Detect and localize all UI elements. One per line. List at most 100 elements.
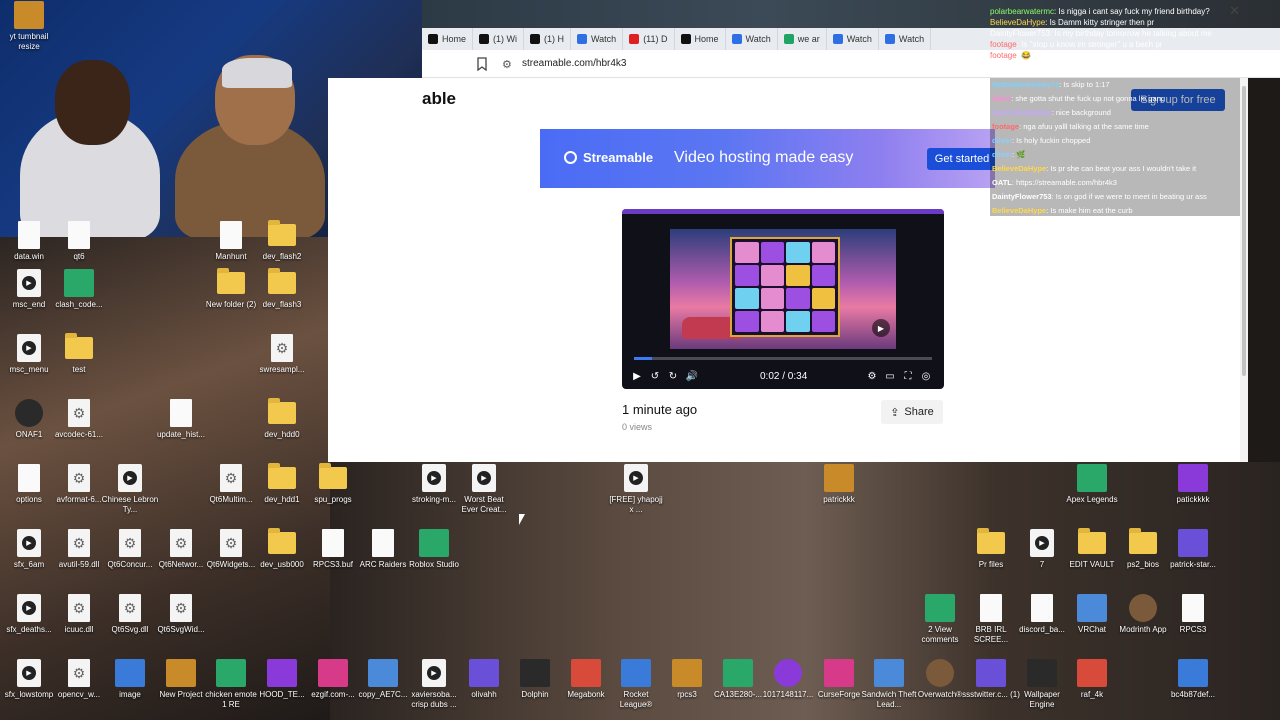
desktop-icon[interactable]: dev_flash3 [253, 268, 311, 310]
desktop-icon[interactable]: chicken emote 1 RE [202, 658, 260, 710]
desktop-icon[interactable]: EDIT VAULT [1063, 528, 1121, 570]
desktop-icon[interactable]: dev_usb000 [253, 528, 311, 570]
desktop-icon[interactable]: qt6 [50, 220, 108, 262]
browser-tab[interactable]: (11) D [623, 28, 675, 50]
desktop-icon[interactable]: ⚙ Qt6Multim... [202, 463, 260, 505]
settings-icon[interactable]: ⚙ [865, 369, 879, 383]
desktop-icon[interactable]: raf_4k [1063, 658, 1121, 700]
browser-tab[interactable]: Home [675, 28, 726, 50]
desktop-icon-graphic [1077, 658, 1107, 688]
get-started-button[interactable]: Get started [927, 148, 995, 170]
desktop-icon[interactable]: spu_progs [304, 463, 362, 505]
pip-icon[interactable]: ▭ [883, 369, 897, 383]
desktop-icon[interactable]: dev_hdd0 [253, 398, 311, 440]
desktop-icon[interactable]: patrickkk [810, 463, 868, 505]
video-player[interactable]: ▶ ▶ ↺ ↻ 🔊 0:02 / 0:34 ⚙ ▭ ⛶ ◎ [622, 209, 944, 389]
desktop-icon[interactable]: dev_hdd1 [253, 463, 311, 505]
browser-tab[interactable]: we ar [778, 28, 827, 50]
desktop-icon-graphic [64, 333, 94, 363]
desktop-icon[interactable]: rpcs3 [658, 658, 716, 700]
desktop-icon[interactable]: ▶ Chinese Lebron Ty... [101, 463, 159, 515]
volume-icon[interactable]: 🔊 [685, 369, 699, 383]
desktop-icon[interactable]: ⚙ avcodec-61... [50, 398, 108, 440]
desktop-icon-label: Qt6Concur... [107, 560, 153, 569]
page-scrollbar[interactable] [1240, 78, 1248, 462]
desktop-icon[interactable]: ⚙ avutil-59.dll [50, 528, 108, 570]
desktop-icon[interactable]: ⚙ Qt6SvgWid... [152, 593, 210, 635]
scrollbar-thumb[interactable] [1242, 86, 1246, 376]
desktop-icon-graphic [672, 658, 702, 688]
desktop-icon[interactable]: ⚙ Qt6Widgets... [202, 528, 260, 570]
video-progress-bar[interactable] [634, 357, 932, 360]
forward-icon[interactable]: ↻ [666, 369, 680, 383]
desktop-icon[interactable]: ▶ [FREE] yhapojj x ... [607, 463, 665, 515]
folder-icon [268, 220, 296, 246]
desktop-icon[interactable]: ⚙ Qt6Svg.dll [101, 593, 159, 635]
browser-tab[interactable]: (1) H [524, 28, 572, 50]
desktop-icon[interactable]: update_hist... [152, 398, 210, 440]
browser-tab[interactable]: Home [422, 28, 474, 50]
desktop-icon[interactable]: clash_code... [50, 268, 108, 310]
desktop-icon[interactable]: ⚙ avformat-6... [50, 463, 108, 505]
desktop-icon[interactable]: BRB IRL SCREE... [962, 593, 1020, 645]
browser-tab[interactable]: Watch [571, 28, 624, 50]
desktop-icon[interactable]: Sandwich Theft Lead... [860, 658, 918, 710]
desktop-icon-label: olivahh [471, 690, 497, 699]
browser-tab[interactable]: Watch [827, 28, 879, 50]
desktop-icon[interactable]: ⚙ swresampl... [253, 333, 311, 375]
desktop-icon[interactable]: copy_AE7C... [354, 658, 412, 700]
desktop-icon[interactable]: HOOD_TE... [253, 658, 311, 700]
fullscreen-icon[interactable]: ⛶ [901, 369, 915, 383]
rewind-icon[interactable]: ↺ [648, 369, 662, 383]
desktop-icon[interactable]: 1017148117... [759, 658, 817, 700]
desktop-icon[interactable]: olivahh [455, 658, 513, 700]
desktop-icon-label: Overwatch® [917, 690, 963, 699]
browser-tab[interactable]: Watch [726, 28, 778, 50]
desktop-icon-graphic [368, 528, 398, 558]
desktop-icon[interactable]: VRChat [1063, 593, 1121, 635]
desktop-icon[interactable]: dev_flash2 [253, 220, 311, 262]
desktop-icon[interactable]: yt tumbnail resize [0, 0, 58, 52]
desktop-icon[interactable]: ▶ Worst Beat Ever Creat... [455, 463, 513, 515]
chat-text: : Is nigga i cant say fuck my friend bir… [1054, 7, 1210, 16]
browser-tab[interactable]: Watch [879, 28, 932, 50]
image-file-icon [64, 269, 94, 297]
desktop-icon[interactable]: Manhunt [202, 220, 260, 262]
desktop-icon[interactable]: ⚙ Qt6Concur... [101, 528, 159, 570]
desktop-icon[interactable]: Rocket League® [607, 658, 665, 710]
desktop-icon[interactable]: Dolphin [506, 658, 564, 700]
desktop-icon[interactable]: 2 View comments [911, 593, 969, 645]
desktop-icon[interactable]: RPCS3 [1164, 593, 1222, 635]
desktop-icon[interactable]: Roblox Studio [405, 528, 463, 570]
desktop-icon[interactable]: Apex Legends [1063, 463, 1121, 505]
desktop-icon[interactable]: New folder (2) [202, 268, 260, 310]
desktop-icon[interactable]: ARC Raiders [354, 528, 412, 570]
desktop-icon[interactable]: Overwatch® [911, 658, 969, 700]
site-info-icon[interactable]: ⚙ [502, 58, 512, 71]
promo-banner[interactable]: Streamable Video hosting made easy Get s… [540, 129, 995, 188]
desktop-icon[interactable]: ⚙ icuuc.dll [50, 593, 108, 635]
tab-label: Home [442, 34, 467, 44]
desktop-icon[interactable]: ⚙ opencv_w... [50, 658, 108, 700]
desktop-icon[interactable]: test [50, 333, 108, 375]
tab-close-icon[interactable]: ✕ [1229, 3, 1240, 19]
app-icon [926, 659, 954, 687]
bookmark-icon[interactable] [476, 57, 488, 71]
speed-icon[interactable]: ◎ [919, 369, 933, 383]
desktop-icon[interactable]: patickkkk [1164, 463, 1222, 505]
desktop-icon-label: msc_menu [9, 365, 49, 374]
desktop-icon[interactable]: ssstwitter.c... (1) [962, 658, 1020, 700]
desktop-icon[interactable]: image [101, 658, 159, 700]
desktop-icon[interactable]: Pr files [962, 528, 1020, 570]
share-button[interactable]: ⇪ Share [881, 400, 943, 424]
skip-overlay-icon[interactable]: ▶ [872, 319, 890, 337]
desktop-icon[interactable]: patrick-star... [1164, 528, 1222, 570]
browser-tab[interactable]: (1) Wi [473, 28, 525, 50]
desktop-icon-graphic [166, 398, 196, 428]
url-text[interactable]: streamable.com/hbr4k3 [522, 58, 627, 69]
play-icon[interactable]: ▶ [630, 369, 644, 383]
desktop-icon[interactable]: bc4b87def... [1164, 658, 1222, 700]
desktop-icon-label: ezgif.com-... [311, 690, 355, 699]
tab-label: Watch [846, 34, 872, 44]
desktop-icon-graphic [1027, 658, 1057, 688]
